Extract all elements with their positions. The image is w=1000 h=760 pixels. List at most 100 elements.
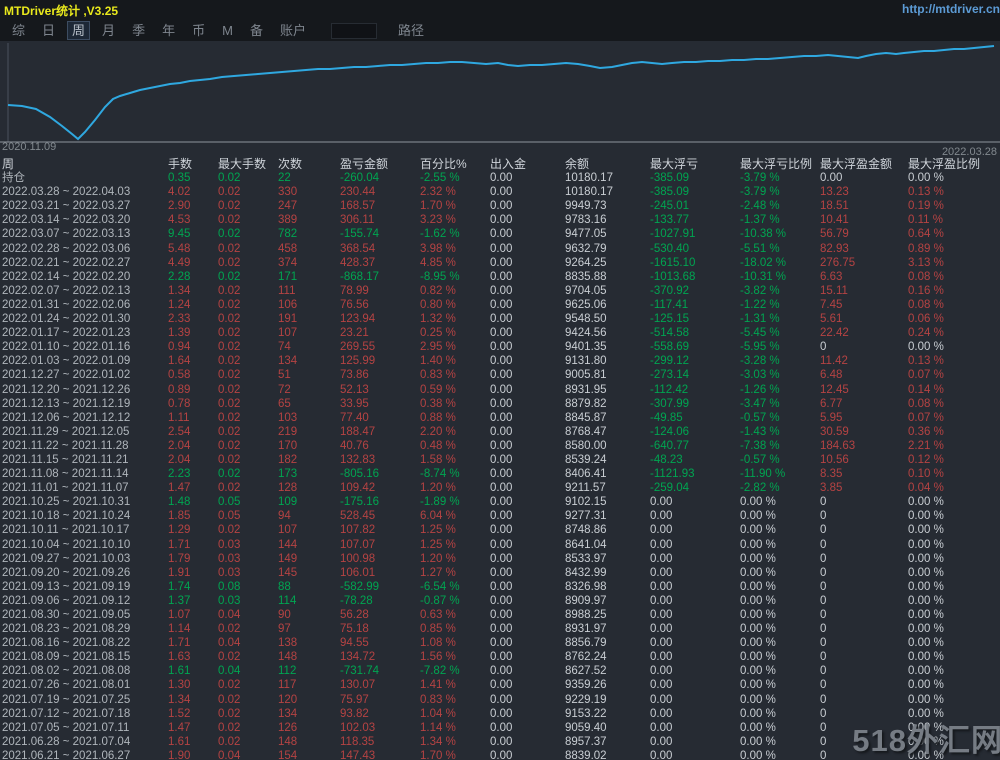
cell-max-lots: 0.05 [218, 496, 241, 509]
table-row[interactable]: 2021.06.28 ~ 2021.07.04 1.61 0.02 148 118.35… [0, 735, 1000, 749]
cell-balance: 8533.97 [565, 552, 607, 565]
table-row[interactable]: 2021.08.02 ~ 2021.08.08 1.61 0.04 112 -731.7… [0, 664, 1000, 678]
cell-max-float-loss-pct: 0.00 % [740, 552, 776, 565]
cell-max-float-profit-pct: 0.00 % [908, 510, 944, 523]
cell-max-lots: 0.04 [218, 665, 241, 678]
menu-item-6[interactable]: 币 [188, 22, 209, 39]
app-url-link[interactable]: http://mtdriver.cn [902, 2, 1000, 16]
col-header-lots: 手数 [168, 157, 193, 171]
table-row[interactable]: 2021.09.20 ~ 2021.09.26 1.91 0.03 145 106.01… [0, 566, 1000, 580]
cell-lots: 1.90 [168, 749, 191, 760]
cell-pnl: -731.74 [340, 665, 380, 678]
table-row[interactable]: 2021.11.15 ~ 2021.11.21 2.04 0.02 182 132.83… [0, 453, 1000, 467]
table-row[interactable]: 2021.06.21 ~ 2021.06.27 1.90 0.04 154 147.43… [0, 749, 1000, 760]
menu-item-4[interactable]: 季 [128, 22, 149, 39]
menu-item-1[interactable]: 日 [38, 22, 59, 39]
table-row[interactable]: 2022.02.14 ~ 2022.02.20 2.28 0.02 171 -868.1… [0, 270, 1000, 284]
menu-item-path[interactable]: 路径 [394, 22, 428, 39]
cell-count: 90 [278, 609, 291, 621]
col-header-pct: 百分比% [420, 157, 467, 171]
table-row[interactable]: 2022.02.21 ~ 2022.02.27 4.49 0.02 374 428.37… [0, 256, 1000, 270]
table-row[interactable]: 2022.02.28 ~ 2022.03.06 5.48 0.02 458 368.54… [0, 242, 1000, 256]
menu-item-7[interactable]: M [218, 22, 237, 39]
cell-max-float-profit: 0 [820, 651, 827, 664]
menu-item-0[interactable]: 综 [8, 22, 29, 39]
table-row[interactable]: 2021.09.06 ~ 2021.09.12 1.37 0.03 114 -78.28… [0, 594, 1000, 608]
table-row[interactable]: 持仓 0.35 0.02 22 -260.04 -2.55 % 0.00 10180.17 -3… [0, 171, 1000, 185]
cell-pnl: 75.97 [340, 693, 369, 706]
cell-max-float-profit-pct: 0.00 % [908, 552, 944, 565]
table-row[interactable]: 2021.07.26 ~ 2021.08.01 1.30 0.02 117 130.07… [0, 678, 1000, 692]
table-row[interactable]: 2022.03.14 ~ 2022.03.20 4.53 0.02 389 306.11… [0, 213, 1000, 227]
menu-item-9[interactable]: 账户 [276, 22, 310, 39]
table-row[interactable]: 2021.12.06 ~ 2021.12.12 1.11 0.02 103 77.40 0… [0, 411, 1000, 425]
col-header-deposit: 出入金 [490, 157, 527, 171]
cell-max-float-profit-pct: 0.00 % [908, 538, 944, 551]
menu-item-5[interactable]: 年 [158, 22, 179, 39]
table-row[interactable]: 2021.10.11 ~ 2021.10.17 1.29 0.02 107 107.82… [0, 523, 1000, 537]
cell-deposit: 0.00 [490, 256, 513, 269]
table-row[interactable]: 2021.12.13 ~ 2021.12.19 0.78 0.02 65 33.95 0.… [0, 397, 1000, 411]
cell-week: 2021.08.09 ~ 2021.08.15 [2, 651, 131, 664]
table-row[interactable]: 2021.08.16 ~ 2021.08.22 1.71 0.04 138 94.55 1… [0, 636, 1000, 650]
menu-item-3[interactable]: 月 [98, 22, 119, 39]
cell-pnl: 107.07 [340, 538, 376, 551]
table-row[interactable]: 2022.03.28 ~ 2022.04.03 4.02 0.02 330 230.44… [0, 185, 1000, 199]
table-row[interactable]: 2022.01.03 ~ 2022.01.09 1.64 0.02 134 125.99… [0, 354, 1000, 368]
cell-max-lots: 0.02 [218, 242, 241, 255]
path-input[interactable] [330, 22, 377, 39]
table-row[interactable]: 2021.12.20 ~ 2021.12.26 0.89 0.02 72 52.13 0.… [0, 383, 1000, 397]
table-row[interactable]: 2022.01.10 ~ 2022.01.16 0.94 0.02 74 269.55 2… [0, 340, 1000, 354]
cell-pnl: -155.74 [340, 228, 380, 241]
table-row[interactable]: 2022.01.31 ~ 2022.02.06 1.24 0.02 106 76.56 0… [0, 298, 1000, 312]
table-row[interactable]: 2021.08.23 ~ 2021.08.29 1.14 0.02 97 75.18 0.… [0, 622, 1000, 636]
cell-max-float-loss-pct: -7.38 % [740, 439, 780, 452]
cell-balance: 9424.56 [565, 327, 607, 340]
cell-pnl: 93.82 [340, 707, 369, 720]
cell-max-float-loss-pct: -1.26 % [740, 383, 780, 396]
table-row[interactable]: 2022.03.21 ~ 2022.03.27 2.90 0.02 247 168.57… [0, 199, 1000, 213]
table-row[interactable]: 2021.11.22 ~ 2021.11.28 2.04 0.02 170 40.76 0… [0, 439, 1000, 453]
cell-max-float-loss: -124.06 [650, 425, 690, 438]
cell-lots: 1.74 [168, 580, 191, 593]
table-row[interactable]: 2021.11.08 ~ 2021.11.14 2.23 0.02 173 -805.1… [0, 467, 1000, 481]
cell-pct: 4.85 % [420, 256, 456, 269]
menu-item-2[interactable]: 周 [68, 22, 90, 39]
table-row[interactable]: 2022.01.17 ~ 2022.01.23 1.39 0.02 107 23.21 0… [0, 326, 1000, 340]
cell-max-float-loss-pct: 0.00 % [740, 651, 776, 664]
cell-count: 170 [278, 439, 298, 452]
cell-count: 149 [278, 552, 298, 565]
col-header-count: 次数 [278, 157, 303, 171]
table-row[interactable]: 2021.12.27 ~ 2022.01.02 0.58 0.02 51 73.86 0.… [0, 368, 1000, 382]
cell-max-float-loss: -530.40 [650, 242, 690, 255]
table-row[interactable]: 2022.01.24 ~ 2022.01.30 2.33 0.02 191 123.94… [0, 312, 1000, 326]
table-row[interactable]: 2022.03.07 ~ 2022.03.13 9.45 0.02 782 -155.7… [0, 227, 1000, 241]
cell-max-float-loss-pct: -10.31 % [740, 270, 787, 283]
table-row[interactable]: 2021.07.05 ~ 2021.07.11 1.47 0.02 126 102.03… [0, 721, 1000, 735]
table-row[interactable]: 2021.11.29 ~ 2021.12.05 2.54 0.02 219 188.47… [0, 425, 1000, 439]
table-row[interactable]: 2021.10.25 ~ 2021.10.31 1.48 0.05 109 -175.1… [0, 495, 1000, 509]
menu-item-8[interactable]: 备 [246, 22, 267, 39]
cell-max-float-profit-pct: 0.08 % [908, 270, 944, 283]
table-row[interactable]: 2021.08.09 ~ 2021.08.15 1.63 0.02 148 134.72… [0, 650, 1000, 664]
table-row[interactable]: 2021.10.18 ~ 2021.10.24 1.85 0.05 94 528.45 6… [0, 509, 1000, 523]
cell-deposit: 0.00 [490, 355, 513, 368]
cell-lots: 1.47 [168, 482, 191, 495]
table-row[interactable]: 2021.07.19 ~ 2021.07.25 1.34 0.02 120 75.97 0… [0, 693, 1000, 707]
cell-pnl: 147.43 [340, 749, 376, 760]
table-row[interactable]: 2021.07.12 ~ 2021.07.18 1.52 0.02 134 93.82 1… [0, 707, 1000, 721]
cell-max-lots: 0.02 [218, 439, 241, 452]
table-row[interactable]: 2021.10.04 ~ 2021.10.10 1.71 0.03 144 107.07… [0, 538, 1000, 552]
table-row[interactable]: 2021.09.27 ~ 2021.10.03 1.79 0.03 149 100.98… [0, 552, 1000, 566]
table-row[interactable]: 2022.02.07 ~ 2022.02.13 1.34 0.02 111 78.99 0… [0, 284, 1000, 298]
cell-max-float-profit: 0 [820, 594, 827, 607]
cell-pct: 1.08 % [420, 637, 456, 650]
cell-pct: 1.25 % [420, 524, 456, 537]
cell-balance: 9059.40 [565, 721, 607, 734]
table-row[interactable]: 2021.09.13 ~ 2021.09.19 1.74 0.08 88 -582.99… [0, 580, 1000, 594]
cell-max-float-profit-pct: 0.24 % [908, 327, 944, 340]
cell-max-lots: 0.02 [218, 468, 241, 481]
table-row[interactable]: 2021.08.30 ~ 2021.09.05 1.07 0.04 90 56.28 0.… [0, 608, 1000, 622]
table-row[interactable]: 2021.11.01 ~ 2021.11.07 1.47 0.02 128 109.42… [0, 481, 1000, 495]
cell-deposit: 0.00 [490, 482, 513, 495]
